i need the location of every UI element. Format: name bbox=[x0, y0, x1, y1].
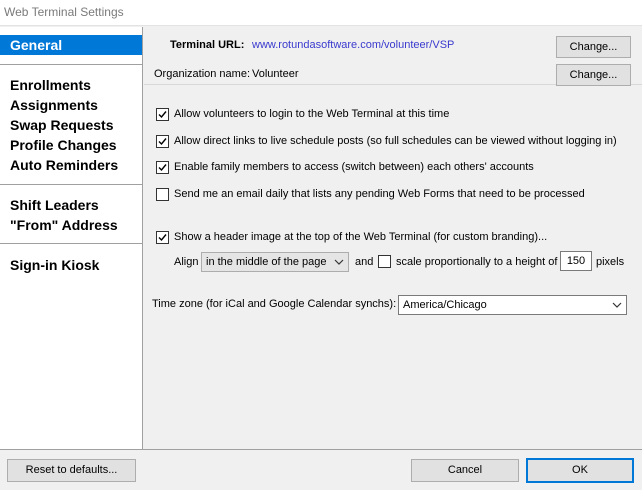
org-name-label: Organization name: bbox=[154, 68, 250, 80]
scale-checkbox[interactable] bbox=[378, 255, 391, 268]
sidebar-item-general[interactable]: General bbox=[0, 35, 142, 55]
title-bar: Web Terminal Settings bbox=[0, 0, 642, 26]
options-section: Allow volunteers to login to the Web Ter… bbox=[144, 86, 642, 449]
sidebar-item-assignments[interactable]: Assignments bbox=[0, 95, 142, 115]
terminal-url-label: Terminal URL: bbox=[170, 39, 245, 51]
and-label: and bbox=[355, 256, 374, 268]
header-image-label: Show a header image at the top of the We… bbox=[174, 231, 548, 243]
checkmark-icon bbox=[158, 164, 167, 172]
sidebar-item-sign-in-kiosk[interactable]: Sign-in Kiosk bbox=[0, 255, 142, 275]
align-label: Align bbox=[174, 256, 199, 268]
sidebar-item-enrollments[interactable]: Enrollments bbox=[0, 75, 142, 95]
email-daily-label: Send me an email daily that lists any pe… bbox=[174, 188, 585, 200]
change-org-button[interactable]: Change... bbox=[556, 64, 631, 86]
sidebar-item-swap-requests[interactable]: Swap Requests bbox=[0, 115, 142, 135]
sidebar: General Enrollments Assignments Swap Req… bbox=[0, 27, 143, 449]
sidebar-divider bbox=[0, 243, 142, 244]
allow-login-checkbox[interactable] bbox=[156, 108, 169, 121]
family-members-checkbox[interactable] bbox=[156, 161, 169, 174]
checkmark-icon bbox=[158, 234, 167, 242]
align-select-value: in the middle of the page bbox=[206, 256, 327, 268]
checkmark-icon bbox=[158, 138, 167, 146]
timezone-select[interactable]: America/Chicago bbox=[398, 295, 627, 315]
change-url-button[interactable]: Change... bbox=[556, 36, 631, 58]
org-name-value: Volunteer bbox=[252, 68, 299, 80]
timezone-label: Time zone (for iCal and Google Calendar … bbox=[152, 298, 397, 310]
allow-login-label: Allow volunteers to login to the Web Ter… bbox=[174, 108, 450, 120]
align-select[interactable]: in the middle of the page bbox=[201, 252, 349, 272]
settings-panel: Terminal URL: www.rotundasoftware.com/vo… bbox=[144, 27, 642, 449]
timezone-select-value: America/Chicago bbox=[403, 299, 487, 311]
chevron-down-icon bbox=[612, 302, 622, 308]
sidebar-divider bbox=[0, 64, 142, 65]
button-bar: Reset to defaults... Cancel OK bbox=[0, 449, 642, 490]
height-input[interactable]: 150 bbox=[560, 251, 592, 271]
sidebar-divider bbox=[0, 184, 142, 185]
cancel-button[interactable]: Cancel bbox=[411, 459, 519, 482]
sidebar-item-profile-changes[interactable]: Profile Changes bbox=[0, 135, 142, 155]
sidebar-item-shift-leaders[interactable]: Shift Leaders bbox=[0, 195, 142, 215]
email-daily-checkbox[interactable] bbox=[156, 188, 169, 201]
direct-links-checkbox[interactable] bbox=[156, 135, 169, 148]
direct-links-label: Allow direct links to live schedule post… bbox=[174, 135, 617, 147]
pixels-label: pixels bbox=[596, 256, 625, 268]
chevron-down-icon bbox=[334, 259, 344, 265]
header-section: Terminal URL: www.rotundasoftware.com/vo… bbox=[144, 27, 642, 86]
scale-label: scale proportionally to a height of bbox=[396, 256, 558, 268]
sidebar-item-from-address[interactable]: "From" Address bbox=[0, 215, 142, 235]
window-title: Web Terminal Settings bbox=[4, 5, 124, 19]
family-members-label: Enable family members to access (switch … bbox=[174, 161, 534, 173]
header-image-checkbox[interactable] bbox=[156, 231, 169, 244]
checkmark-icon bbox=[158, 111, 167, 119]
terminal-url-link[interactable]: www.rotundasoftware.com/volunteer/VSP bbox=[252, 39, 454, 51]
sidebar-item-auto-reminders[interactable]: Auto Reminders bbox=[0, 155, 142, 175]
reset-defaults-button[interactable]: Reset to defaults... bbox=[7, 459, 136, 482]
ok-button[interactable]: OK bbox=[526, 458, 634, 483]
